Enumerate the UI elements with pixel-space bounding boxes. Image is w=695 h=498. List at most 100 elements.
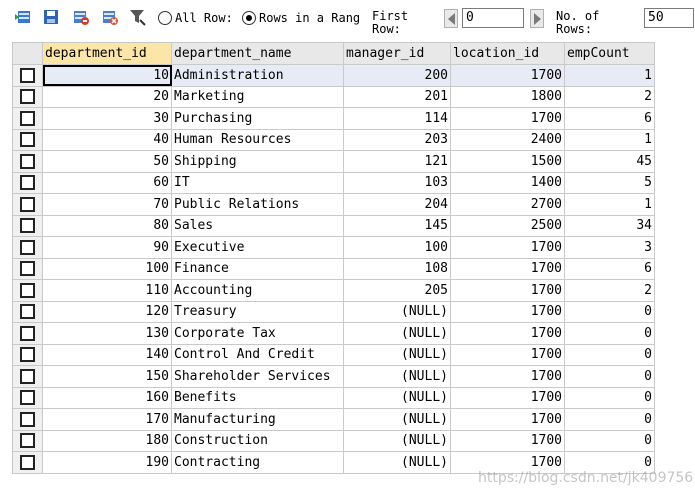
table-row[interactable]: 150 Shareholder Services (NULL) 1700 0: [12, 365, 655, 388]
manager-id-cell[interactable]: 103: [343, 171, 451, 194]
row-checkbox[interactable]: [20, 89, 35, 105]
manager-id-cell[interactable]: (NULL): [343, 451, 451, 474]
location-id-cell[interactable]: 2700: [450, 193, 565, 216]
location-id-cell[interactable]: 1700: [450, 279, 565, 302]
location-id-cell[interactable]: 1500: [450, 150, 565, 173]
department-name-cell[interactable]: Treasury: [171, 300, 344, 323]
table-row[interactable]: 60 IT 103 1400 5: [12, 171, 655, 194]
manager-id-cell[interactable]: 204: [343, 193, 451, 216]
department-name-cell[interactable]: Shipping: [171, 150, 344, 173]
row-checkbox-cell[interactable]: [12, 279, 43, 302]
empcount-cell[interactable]: 1: [564, 64, 655, 87]
empcount-cell[interactable]: 0: [564, 365, 655, 388]
empcount-cell[interactable]: 0: [564, 343, 655, 366]
row-checkbox[interactable]: [20, 304, 35, 320]
location-id-cell[interactable]: 1700: [450, 64, 565, 87]
department-id-cell[interactable]: 180: [42, 429, 172, 452]
empcount-cell[interactable]: 6: [564, 107, 655, 130]
row-checkbox[interactable]: [20, 325, 35, 341]
department-id-cell[interactable]: 110: [42, 279, 172, 302]
manager-id-cell[interactable]: 108: [343, 257, 451, 280]
empcount-cell[interactable]: 6: [564, 257, 655, 280]
location-id-cell[interactable]: 1800: [450, 85, 565, 108]
department-id-cell[interactable]: 130: [42, 322, 172, 345]
table-row[interactable]: 20 Marketing 201 1800 2: [12, 85, 655, 108]
department-name-cell[interactable]: Public Relations: [171, 193, 344, 216]
location-id-cell[interactable]: 1700: [450, 386, 565, 409]
table-row[interactable]: 10 Administration 200 1700 1: [12, 64, 655, 87]
table-row[interactable]: 120 Treasury (NULL) 1700 0: [12, 300, 655, 323]
table-row[interactable]: 140 Control And Credit (NULL) 1700 0: [12, 343, 655, 366]
manager-id-cell[interactable]: 203: [343, 128, 451, 151]
empcount-cell[interactable]: 34: [564, 214, 655, 237]
department-name-cell[interactable]: Shareholder Services: [171, 365, 344, 388]
row-checkbox[interactable]: [20, 261, 35, 277]
department-name-cell[interactable]: Construction: [171, 429, 344, 452]
row-checkbox[interactable]: [20, 433, 35, 449]
table-row[interactable]: 70 Public Relations 204 2700 1: [12, 193, 655, 216]
column-header-department-name[interactable]: department_name: [171, 42, 344, 65]
manager-id-cell[interactable]: (NULL): [343, 365, 451, 388]
manager-id-cell[interactable]: (NULL): [343, 300, 451, 323]
column-header-manager-id[interactable]: manager_id: [343, 42, 451, 65]
department-id-cell[interactable]: 120: [42, 300, 172, 323]
table-row[interactable]: 170 Manufacturing (NULL) 1700 0: [12, 408, 655, 431]
manager-id-cell[interactable]: (NULL): [343, 429, 451, 452]
rows-range-radio[interactable]: Rows in a Rang: [242, 9, 360, 27]
department-id-cell[interactable]: 190: [42, 451, 172, 474]
empcount-cell[interactable]: 1: [564, 193, 655, 216]
num-rows-input[interactable]: 50: [644, 8, 694, 28]
table-row[interactable]: 40 Human Resources 203 2400 1: [12, 128, 655, 151]
table-row[interactable]: 180 Construction (NULL) 1700 0: [12, 429, 655, 452]
department-id-cell[interactable]: 70: [42, 193, 172, 216]
department-id-cell[interactable]: 50: [42, 150, 172, 173]
location-id-cell[interactable]: 1700: [450, 300, 565, 323]
row-checkbox[interactable]: [20, 411, 35, 427]
location-id-cell[interactable]: 1700: [450, 343, 565, 366]
department-name-cell[interactable]: Finance: [171, 257, 344, 280]
department-name-cell[interactable]: Administration: [171, 64, 344, 87]
location-id-cell[interactable]: 1400: [450, 171, 565, 194]
row-checkbox[interactable]: [20, 218, 35, 234]
manager-id-cell[interactable]: 114: [343, 107, 451, 130]
row-checkbox-cell[interactable]: [12, 85, 43, 108]
manager-id-cell[interactable]: (NULL): [343, 386, 451, 409]
column-header-location-id[interactable]: location_id: [450, 42, 565, 65]
row-checkbox[interactable]: [20, 132, 35, 148]
empcount-cell[interactable]: 3: [564, 236, 655, 259]
location-id-cell[interactable]: 1700: [450, 107, 565, 130]
insert-row-icon[interactable]: [14, 8, 32, 26]
department-id-cell[interactable]: 140: [42, 343, 172, 366]
department-id-cell[interactable]: 150: [42, 365, 172, 388]
row-checkbox-cell[interactable]: [12, 300, 43, 323]
location-id-cell[interactable]: 1700: [450, 429, 565, 452]
table-row[interactable]: 110 Accounting 205 1700 2: [12, 279, 655, 302]
empcount-cell[interactable]: 0: [564, 300, 655, 323]
row-checkbox[interactable]: [20, 282, 35, 298]
all-rows-radio[interactable]: All Row:: [158, 9, 233, 27]
row-checkbox-cell[interactable]: [12, 322, 43, 345]
location-id-cell[interactable]: 1700: [450, 236, 565, 259]
empcount-cell[interactable]: 0: [564, 322, 655, 345]
row-checkbox-cell[interactable]: [12, 64, 43, 87]
table-row[interactable]: 50 Shipping 121 1500 45: [12, 150, 655, 173]
cancel-icon[interactable]: [101, 8, 119, 26]
table-row[interactable]: 100 Finance 108 1700 6: [12, 257, 655, 280]
row-checkbox[interactable]: [20, 454, 35, 470]
department-name-cell[interactable]: Manufacturing: [171, 408, 344, 431]
department-name-cell[interactable]: Control And Credit: [171, 343, 344, 366]
manager-id-cell[interactable]: 200: [343, 64, 451, 87]
manager-id-cell[interactable]: (NULL): [343, 408, 451, 431]
location-id-cell[interactable]: 1700: [450, 408, 565, 431]
table-row[interactable]: 80 Sales 145 2500 34: [12, 214, 655, 237]
empcount-cell[interactable]: 5: [564, 171, 655, 194]
filter-icon[interactable]: [129, 8, 147, 26]
location-id-cell[interactable]: 2500: [450, 214, 565, 237]
empcount-cell[interactable]: 0: [564, 408, 655, 431]
department-name-cell[interactable]: Human Resources: [171, 128, 344, 151]
row-checkbox-cell[interactable]: [12, 128, 43, 151]
department-id-cell[interactable]: 10: [42, 64, 172, 87]
department-id-cell[interactable]: 30: [42, 107, 172, 130]
empcount-cell[interactable]: 0: [564, 386, 655, 409]
row-checkbox[interactable]: [20, 239, 35, 255]
